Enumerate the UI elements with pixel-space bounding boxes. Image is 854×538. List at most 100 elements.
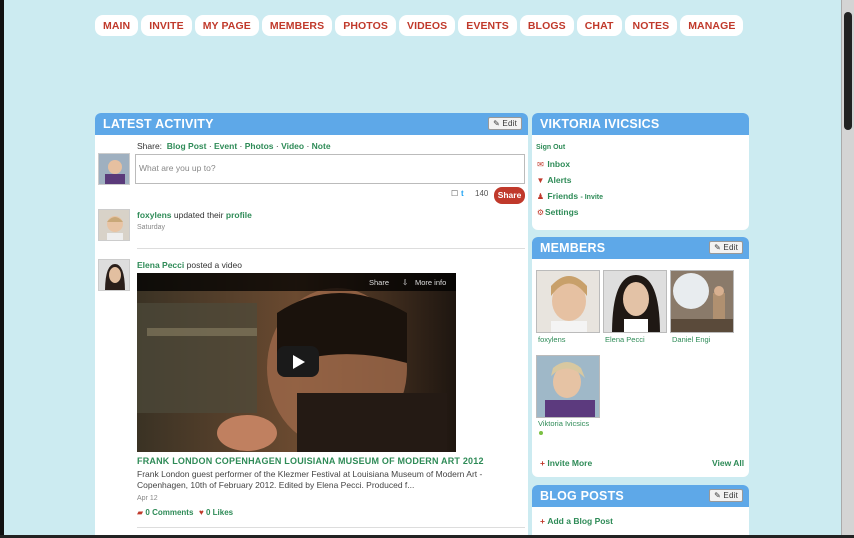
- blog-posts-panel: BLOG POSTS ✎ Edit + Add a Blog Post: [532, 485, 749, 538]
- video-share-button[interactable]: Share: [369, 278, 389, 287]
- avatar[interactable]: [98, 259, 130, 291]
- more-info-button[interactable]: More info: [415, 278, 446, 287]
- play-icon[interactable]: [277, 346, 319, 377]
- avatar-image: [99, 210, 129, 240]
- tab-events[interactable]: EVENTS: [458, 15, 517, 36]
- friends-label: Friends: [547, 191, 579, 201]
- tab-manage[interactable]: MANAGE: [680, 15, 744, 36]
- edit-button[interactable]: ✎ Edit: [709, 241, 743, 254]
- sign-out-label: Sign Out: [536, 144, 566, 151]
- share-event-link[interactable]: Event: [214, 141, 237, 151]
- member-photo-daniel-engi[interactable]: [670, 270, 734, 333]
- panel-title: LATEST ACTIVITY: [103, 117, 214, 131]
- members-panel: MEMBERS ✎ Edit foxylens Elena Pecci Dani…: [532, 237, 749, 477]
- add-blog-post-label: Add a Blog Post: [547, 516, 613, 526]
- gear-icon: ⚙: [536, 208, 545, 217]
- add-blog-post-link[interactable]: + Add a Blog Post: [540, 516, 613, 526]
- panel-title: MEMBERS: [540, 241, 606, 255]
- comments-link[interactable]: ▰ 0 Comments: [137, 508, 193, 517]
- person-icon: ♟: [536, 192, 545, 201]
- member-image: [537, 271, 599, 332]
- share-photos-link[interactable]: Photos: [245, 141, 274, 151]
- tab-notes[interactable]: NOTES: [624, 15, 678, 36]
- feed-item-text: Elena Pecci posted a video: [137, 260, 242, 270]
- comment-icon: ▰: [137, 508, 144, 517]
- alert-icon: ▼: [536, 176, 545, 185]
- avatar-image: [99, 260, 129, 290]
- avatar[interactable]: [98, 153, 130, 185]
- settings-link[interactable]: ⚙Settings: [536, 207, 579, 217]
- latest-activity-panel: LATEST ACTIVITY ✎ Edit Share: Blog Post …: [95, 113, 528, 538]
- inbox-link[interactable]: ✉ Inbox: [536, 159, 570, 169]
- window-edge: [0, 0, 4, 538]
- settings-label: Settings: [545, 207, 579, 217]
- edit-button[interactable]: ✎ Edit: [709, 489, 743, 502]
- feed-action: updated their: [173, 210, 224, 220]
- member-name-link[interactable]: Daniel Engi: [672, 335, 710, 344]
- likes-label: 0 Likes: [205, 508, 234, 517]
- plus-icon: +: [540, 458, 545, 468]
- invite-link[interactable]: Invite: [585, 194, 603, 201]
- status-input[interactable]: What are you up to?: [135, 154, 525, 184]
- view-all-link[interactable]: View All: [712, 458, 744, 468]
- mail-icon: ✉: [537, 160, 544, 169]
- member-photo-viktoria-ivicsics[interactable]: [536, 355, 600, 418]
- alerts-label: Alerts: [547, 175, 572, 185]
- main-nav: MAIN INVITE MY PAGE MEMBERS PHOTOS VIDEO…: [95, 15, 744, 36]
- edit-label: Edit: [502, 119, 517, 128]
- share-checkbox[interactable]: ☐: [451, 189, 458, 198]
- tab-main[interactable]: MAIN: [95, 15, 139, 36]
- tab-my-page[interactable]: MY PAGE: [194, 15, 259, 36]
- tab-blogs[interactable]: BLOGS: [519, 15, 574, 36]
- video-description: Frank London guest performer of the Klez…: [137, 469, 483, 490]
- member-image: [604, 271, 666, 332]
- sign-out-link[interactable]: Sign Out: [536, 144, 565, 151]
- profile-link[interactable]: profile: [226, 210, 252, 220]
- feed-timestamp: Saturday: [137, 224, 166, 231]
- panel-title: BLOG POSTS: [540, 489, 624, 503]
- members-header: MEMBERS ✎ Edit: [532, 237, 749, 259]
- video-title-link[interactable]: FRANK LONDON COPENHAGEN LOUISIANA MUSEUM…: [137, 456, 484, 466]
- divider: [137, 248, 525, 249]
- tab-members[interactable]: MEMBERS: [261, 15, 333, 36]
- profile-panel: VIKTORIA IVICSICS Sign Out ✉ Inbox ▼ Ale…: [532, 113, 749, 230]
- member-photo-elena-pecci[interactable]: [603, 270, 667, 333]
- scrollbar-thumb[interactable]: [844, 12, 852, 130]
- avatar[interactable]: [98, 209, 130, 241]
- member-photo-foxylens[interactable]: [536, 270, 600, 333]
- online-indicator: [539, 431, 543, 435]
- vertical-scrollbar[interactable]: [841, 0, 854, 538]
- user-link[interactable]: foxylens: [137, 210, 172, 220]
- likes-link[interactable]: ♥ 0 Likes: [199, 508, 233, 517]
- tab-invite[interactable]: INVITE: [141, 15, 192, 36]
- tab-photos[interactable]: PHOTOS: [335, 15, 396, 36]
- invite-more-label: Invite More: [547, 458, 593, 468]
- feed-action: posted a video: [186, 260, 242, 270]
- tab-videos[interactable]: VIDEOS: [398, 15, 456, 36]
- video-toolbar: Share ⇩ More info: [137, 273, 456, 291]
- inbox-label: Inbox: [547, 159, 571, 169]
- member-image: [537, 356, 599, 417]
- user-link[interactable]: Elena Pecci: [137, 260, 184, 270]
- avatar-image: [99, 154, 129, 184]
- share-note-link[interactable]: Note: [312, 141, 331, 151]
- view-all-label: View All: [712, 458, 745, 468]
- invite-more-link[interactable]: + Invite More: [540, 458, 592, 468]
- friends-link[interactable]: ♟ Friends - Invite: [536, 191, 603, 201]
- comments-label: 0 Comments: [145, 508, 194, 517]
- share-blog-post-link[interactable]: Blog Post: [167, 141, 207, 151]
- member-name-link[interactable]: foxylens: [538, 335, 566, 344]
- info-icon[interactable]: ⇩: [402, 278, 408, 287]
- member-name-link[interactable]: Viktoria Ivicsics: [538, 419, 589, 428]
- share-button[interactable]: Share: [494, 187, 525, 204]
- video-player[interactable]: Share ⇩ More info: [137, 273, 456, 452]
- tab-chat[interactable]: CHAT: [576, 15, 622, 36]
- alerts-link[interactable]: ▼ Alerts: [536, 175, 572, 185]
- member-name-link[interactable]: Elena Pecci: [605, 335, 645, 344]
- edit-label: Edit: [723, 491, 738, 500]
- twitter-icon[interactable]: t: [461, 189, 464, 198]
- feed-item-text: foxylens updated their profile: [137, 210, 252, 220]
- share-video-link[interactable]: Video: [281, 141, 304, 151]
- edit-button[interactable]: ✎ Edit: [488, 117, 522, 130]
- profile-header: VIKTORIA IVICSICS: [532, 113, 749, 135]
